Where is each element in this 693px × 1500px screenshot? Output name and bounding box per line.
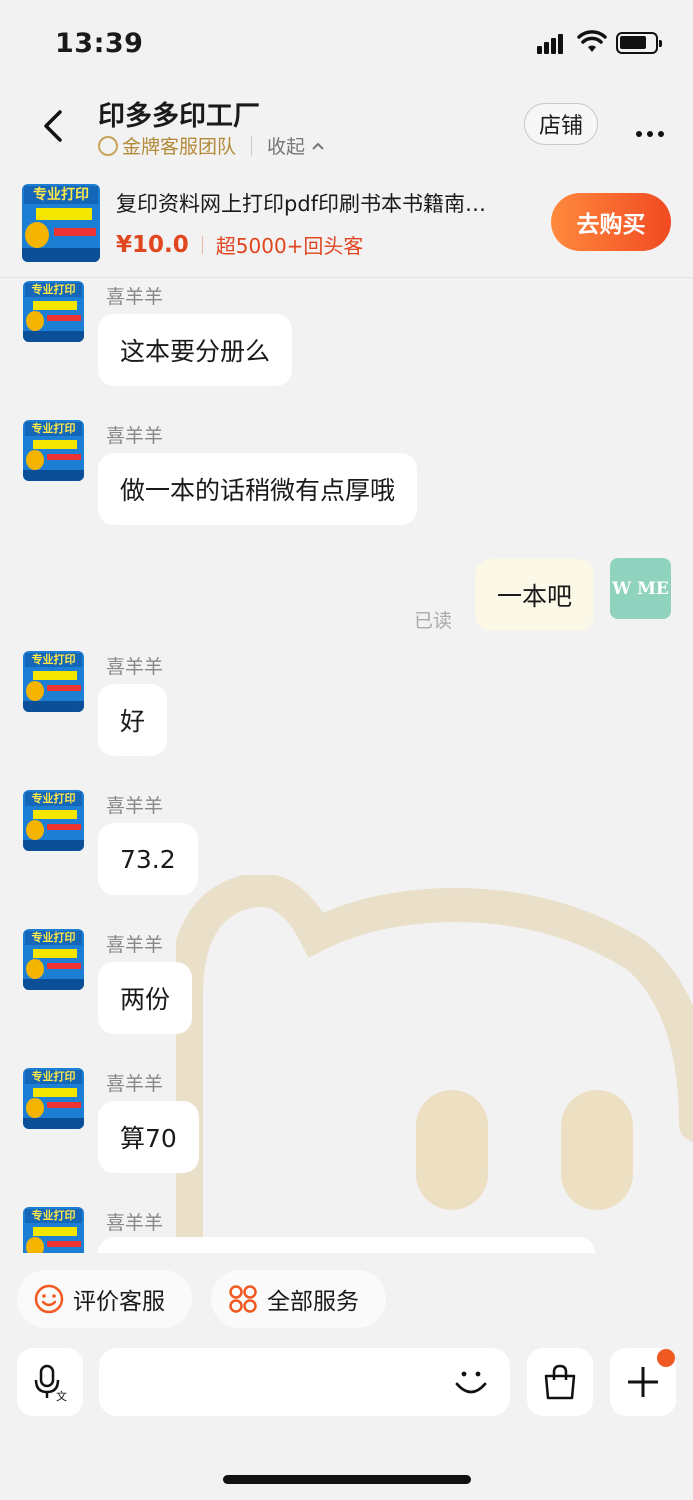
chip-label: 全部服务 [267,1289,359,1315]
collapse-toggle[interactable]: 收起 [267,132,325,159]
notification-dot [657,1349,675,1367]
shop-subline: 金牌客服团队 收起 [98,132,325,159]
shop-name[interactable]: 印多多印工厂 [98,94,260,133]
svg-text:文: 文 [56,1389,67,1402]
message-input[interactable] [99,1348,510,1416]
services-grid-icon [229,1285,257,1313]
more-icon[interactable] [636,122,669,141]
shop-avatar[interactable]: 专业打印 [23,1207,84,1253]
my-avatar[interactable]: W ME [610,558,671,619]
emoji-icon[interactable] [451,1362,491,1402]
message-bubble[interactable]: 好 [98,684,168,756]
buy-button[interactable]: 去购买 [551,193,671,251]
sender-name: 喜羊羊 [106,286,164,308]
battery-icon [616,32,662,54]
shop-avatar[interactable]: 专业打印 [23,651,84,712]
smile-icon [34,1284,64,1314]
divider [201,235,203,254]
shop-avatar[interactable]: 专业打印 [23,420,84,481]
collapse-label: 收起 [267,136,306,158]
chevron-up-icon [312,142,324,150]
clock: 13:39 [55,28,144,59]
store-button[interactable]: 店铺 [524,103,598,145]
gold-service-icon [98,135,118,156]
shop-avatar[interactable]: 专业打印 [23,281,84,342]
shop-bag-button[interactable] [527,1348,593,1416]
message-bubble[interactable]: 做一本的话稍微有点厚哦 [98,453,418,525]
back-icon[interactable] [36,106,72,146]
sender-name: 喜羊羊 [106,1212,164,1234]
product-title[interactable]: 复印资料网上打印pdf印刷书本书籍南… [116,188,538,218]
shop-avatar[interactable]: 专业打印 [23,929,84,990]
sender-name: 喜羊羊 [106,425,164,447]
microphone-icon: 文 [34,1364,67,1402]
voice-input-button[interactable]: 文 [17,1348,83,1416]
divider [251,135,253,156]
rate-service-chip[interactable]: 评价客服 [17,1270,192,1328]
chat-list[interactable]: 专业打印 喜羊羊 这本要分册么 专业打印 喜羊羊 做一本的话稍微有点厚哦 已读 … [0,279,693,1253]
shop-avatar[interactable]: 专业打印 [23,1068,84,1129]
repeat-buyers: 超5000+回头客 [215,234,364,258]
product-card[interactable]: 专业打印 复印资料网上打印pdf印刷书本书籍南… ¥10.0 超5000+回头客… [0,176,693,278]
message-bubble[interactable]: 这本要分册么 [98,314,293,386]
wifi-icon [577,30,607,52]
status-bar: 13:39 [0,0,693,88]
bottom-toolbar: 评价客服 全部服务 文 [0,1253,693,1500]
sender-name: 喜羊羊 [106,795,164,817]
message-bubble[interactable]: 73.2 [98,823,198,895]
read-receipt: 已读 [413,610,452,632]
mascot-watermark [176,875,693,1253]
message-bubble[interactable]: 算70 [98,1101,199,1173]
plus-icon [628,1367,658,1397]
home-indicator[interactable] [223,1475,471,1484]
message-bubble[interactable]: 两份 [98,962,193,1034]
all-services-chip[interactable]: 全部服务 [211,1270,386,1328]
message-bubble[interactable] [98,1237,595,1253]
sender-name: 喜羊羊 [106,656,164,678]
message-bubble-mine[interactable]: 一本吧 [474,559,594,631]
product-price-line: ¥10.0 超5000+回头客 [116,230,363,259]
product-image[interactable]: 专业打印 [22,184,100,262]
shop-avatar[interactable]: 专业打印 [23,790,84,851]
product-price: ¥10.0 [116,231,189,258]
chat-header: 印多多印工厂 金牌客服团队 收起 店铺 [0,88,693,176]
sender-name: 喜羊羊 [106,1073,164,1095]
chip-label: 评价客服 [73,1289,165,1315]
sender-name: 喜羊羊 [106,934,164,956]
team-label: 金牌客服团队 [122,136,237,158]
signal-icon [537,34,565,54]
shopping-bag-icon [544,1364,576,1400]
